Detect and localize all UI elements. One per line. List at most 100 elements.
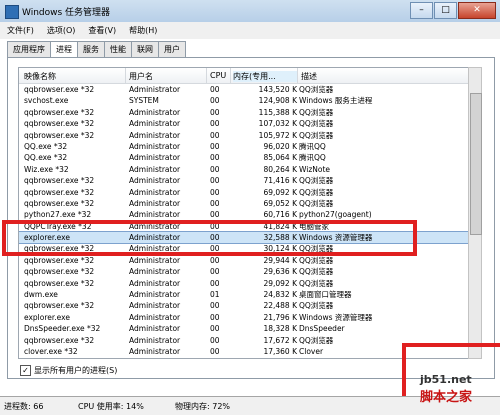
cell-cpu: 00 (210, 164, 220, 174)
cell-description: 腾讯QQ (299, 153, 326, 163)
cell-user-name: Administrator (129, 119, 181, 129)
cell-image-name: qqbrowser.exe *32 (24, 301, 95, 311)
minimize-button[interactable]: – (410, 2, 433, 19)
cell-image-name: qqbrowser.exe *32 (24, 255, 95, 265)
cell-user-name: Administrator (129, 301, 181, 311)
window-title: Windows 任务管理器 (22, 8, 111, 18)
close-button[interactable]: ✕ (458, 2, 496, 19)
table-row[interactable]: qqbrowser.exe *32 Administrator 00 69,052 K… (19, 198, 469, 209)
cell-description: python27(goagent) (299, 210, 372, 220)
cell-user-name: Administrator (129, 346, 181, 356)
cell-image-name: QQ.exe *32 (24, 153, 68, 163)
column-cpu[interactable]: CPU (210, 71, 226, 80)
cell-cpu: 00 (210, 187, 220, 197)
cell-cpu: 00 (210, 107, 220, 117)
cell-description: 腾讯QQ (299, 141, 326, 151)
table-row[interactable]: qqbrowser.exe *32 Administrator 00 107,032 … (19, 118, 469, 129)
column-image-name[interactable]: 映像名称 (24, 71, 56, 82)
cell-memory: 24,832 K (263, 290, 297, 300)
cell-cpu: 00 (210, 176, 220, 186)
menu-options[interactable]: 选项(O) (40, 22, 82, 39)
cell-image-name: DnsSpeeder.exe *32 (24, 324, 101, 334)
cell-memory: 105,972 K (258, 130, 297, 140)
table-row[interactable]: qqbrowser.exe *32 Administrator 00 29,944 K… (19, 255, 469, 266)
menu-bar: 文件(F) 选项(O) 查看(V) 帮助(H) (0, 22, 500, 39)
table-row[interactable]: Wiz.exe *32 Administrator 00 80,264 K WizNot… (19, 164, 469, 175)
cell-description: WizNote (299, 164, 331, 174)
cell-description: QQ浏览器 (299, 85, 334, 94)
cell-memory: 85,064 K (263, 153, 297, 163)
cell-memory: 96,020 K (263, 141, 297, 151)
cell-cpu: 00 (210, 267, 220, 277)
cell-user-name: Administrator (129, 187, 181, 197)
cell-image-name: Wiz.exe *32 (24, 164, 69, 174)
cell-memory: 115,388 K (258, 107, 297, 117)
cell-cpu: 00 (210, 255, 220, 265)
cell-memory: 143,520 K (258, 85, 297, 94)
tab-applications[interactable]: 应用程序 (7, 41, 51, 57)
cell-memory: 60,716 K (263, 210, 297, 220)
table-row[interactable]: qqbrowser.exe *32 Administrator 00 69,092 K… (19, 187, 469, 198)
cell-user-name: Administrator (129, 267, 181, 277)
column-memory[interactable]: 内存(专用... (233, 71, 297, 82)
cell-user-name: Administrator (129, 153, 181, 163)
cell-description: QQ浏览器 (299, 107, 334, 117)
maximize-button[interactable]: □ (434, 2, 457, 19)
cell-image-name: qqbrowser.exe *32 (24, 119, 95, 129)
cell-description: QQ浏览器 (299, 278, 334, 288)
cell-image-name: qqbrowser.exe *32 (24, 85, 95, 94)
cell-cpu: 00 (210, 301, 220, 311)
scrollbar-thumb[interactable] (470, 93, 482, 235)
column-user-name[interactable]: 用户名 (129, 71, 153, 82)
show-all-users-checkbox[interactable]: ✓ (20, 365, 31, 376)
cell-user-name: Administrator (129, 290, 181, 300)
cell-description: DnsSpeeder (299, 324, 345, 334)
table-row[interactable]: dwm.exe Administrator 01 24,832 K 桌面窗口管理器 (19, 289, 469, 300)
table-row[interactable]: QQ.exe *32 Administrator 00 85,064 K 腾讯QQ (19, 152, 469, 163)
cell-cpu: 00 (210, 278, 220, 288)
cell-memory: 21,796 K (263, 312, 297, 322)
cell-description: QQ浏览器 (299, 267, 334, 277)
cell-image-name: dwm.exe (24, 290, 58, 300)
table-row[interactable]: qqbrowser.exe *32 Administrator 00 22,488 K… (19, 300, 469, 311)
table-row[interactable]: qqbrowser.exe *32 Administrator 00 29,636 K… (19, 266, 469, 277)
tab-networking[interactable]: 联网 (131, 41, 159, 57)
table-row[interactable]: svchost.exe SYSTEM 00 124,908 K Windows 服务主进… (19, 95, 469, 106)
cell-user-name: SYSTEM (129, 96, 159, 106)
table-row[interactable]: python27.exe *32 Administrator 00 60,716 Kp… (19, 209, 469, 220)
cell-description: QQ浏览器 (299, 187, 334, 197)
menu-view[interactable]: 查看(V) (81, 22, 122, 39)
table-row[interactable]: explorer.exe Administrator 00 21,796 K Windo… (19, 312, 469, 323)
table-row[interactable]: qqbrowser.exe *32 Administrator 00 115,388 … (19, 107, 469, 118)
vertical-scrollbar[interactable] (468, 67, 482, 359)
table-row[interactable]: qqbrowser.exe *32 Administrator 00 71,416 K… (19, 175, 469, 186)
process-table: 映像名称 用户名 CPU 内存(专用... 描述 qqbrowser.exe *… (18, 67, 470, 359)
cell-image-name: explorer.exe (24, 312, 70, 322)
watermark-name: 脚本之家 (420, 390, 473, 405)
menu-help[interactable]: 帮助(H) (122, 22, 163, 39)
table-row[interactable]: qqbrowser.exe *32 Administrator 00 29,092 K… (19, 278, 469, 289)
cell-image-name: svchost.exe (24, 96, 69, 106)
tab-performance[interactable]: 性能 (104, 41, 132, 57)
cell-image-name: clover.exe *32 (24, 346, 78, 356)
column-description[interactable]: 描述 (301, 71, 317, 82)
menu-file[interactable]: 文件(F) (0, 22, 40, 39)
cell-memory: 124,908 K (258, 96, 297, 106)
cell-image-name: qqbrowser.exe *32 (24, 187, 95, 197)
table-row[interactable]: QQ.exe *32 Administrator 00 96,020 K 腾讯QQ (19, 141, 469, 152)
cell-user-name: Administrator (129, 335, 181, 345)
table-row[interactable]: qqbrowser.exe *32 Administrator 00 105,972 … (19, 130, 469, 141)
cell-cpu: 00 (210, 335, 220, 345)
cell-cpu: 00 (210, 85, 220, 94)
show-all-users-label: 显示所有用户的进程(S) (34, 366, 118, 375)
table-row[interactable]: qqbrowser.exe *32 Administrator 00 143,520 … (19, 84, 469, 95)
tab-services[interactable]: 服务 (77, 41, 105, 57)
cell-description: QQ浏览器 (299, 130, 334, 140)
cell-description: QQ浏览器 (299, 335, 334, 345)
cell-description: Clover (299, 346, 324, 356)
highlight-box (2, 220, 417, 256)
table-header: 映像名称 用户名 CPU 内存(专用... 描述 (19, 68, 469, 84)
status-memory-usage: 物理内存: 72% (175, 402, 231, 411)
table-row[interactable]: DnsSpeeder.exe *32 Administrator 00 18,328 … (19, 323, 469, 334)
tab-users[interactable]: 用户 (158, 41, 186, 57)
